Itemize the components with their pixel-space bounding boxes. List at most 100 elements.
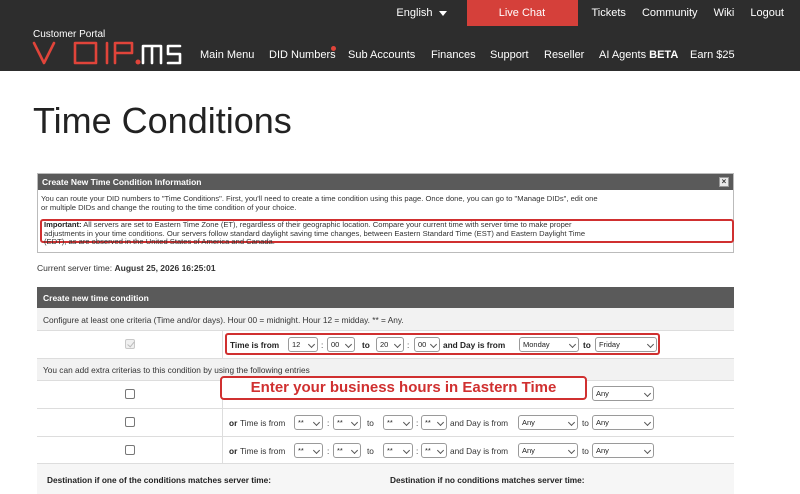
chevron-down-icon xyxy=(402,418,411,427)
criteria-checkbox[interactable] xyxy=(125,417,135,427)
top-nav: English Live Chat Tickets Community Wiki… xyxy=(388,0,800,26)
chevron-down-icon xyxy=(567,446,576,455)
day-to-select[interactable]: Any xyxy=(592,415,654,430)
info-panel-title: Create New Time Condition Information xyxy=(42,177,202,187)
minute-to-value: ** xyxy=(425,418,431,427)
ai-agents-label: AI Agents xyxy=(599,49,647,61)
nav-earn[interactable]: Earn $25 xyxy=(690,49,735,61)
language-selector[interactable]: English xyxy=(388,0,466,26)
chevron-down-icon xyxy=(436,418,445,427)
top-header-bar: English Live Chat Tickets Community Wiki… xyxy=(0,0,800,71)
chevron-down-icon xyxy=(436,446,445,455)
day-to-select[interactable]: Any xyxy=(592,386,654,401)
criteria-checkbox xyxy=(125,339,135,349)
condition-row-extra: or Time is from ** : ** to ** : ** and D… xyxy=(37,437,734,465)
close-icon[interactable]: × xyxy=(719,177,729,187)
info-panel-text: You can route your DID numbers to "Time … xyxy=(38,190,733,212)
hour-from-value: ** xyxy=(298,446,304,455)
minute-from-select[interactable]: ** xyxy=(333,443,361,458)
info-text-line: or multiple DIDs and change the routing … xyxy=(41,203,297,212)
to-label: to xyxy=(367,418,374,428)
chevron-down-icon xyxy=(643,389,652,398)
time-condition-form: Create new time condition Configure at l… xyxy=(37,287,734,465)
nav-ai-agents[interactable]: AI Agents BETA xyxy=(599,49,678,61)
day-to-value: Any xyxy=(596,389,609,398)
time-from-label: Time is from xyxy=(240,418,286,428)
to-label: to xyxy=(367,446,374,456)
hour-to-select[interactable]: ** xyxy=(383,415,413,430)
chevron-down-icon xyxy=(643,418,652,427)
live-chat-button[interactable]: Live Chat xyxy=(466,0,578,26)
day-from-select[interactable]: Any xyxy=(518,415,578,430)
chevron-down-icon xyxy=(350,418,359,427)
minute-to-select[interactable]: ** xyxy=(421,443,447,458)
condition-header: Create new time condition xyxy=(37,287,734,308)
day-from-select[interactable]: Any xyxy=(518,443,578,458)
info-panel-header: Create New Time Condition Information × xyxy=(38,174,733,190)
day-from-label: and Day is from xyxy=(450,418,509,428)
day-to-label: to xyxy=(582,418,589,428)
colon: : xyxy=(416,418,419,428)
chevron-down-icon xyxy=(312,418,321,427)
main-nav: Main Menu DID Numbers Sub Accounts Finan… xyxy=(0,46,800,65)
condition-row-extra: or Time is from ** : ** to ** : ** and D… xyxy=(37,409,734,437)
nav-did-numbers[interactable]: DID Numbers xyxy=(269,49,336,61)
wiki-link[interactable]: Wiki xyxy=(706,0,743,26)
beta-badge: BETA xyxy=(649,49,679,61)
server-time-label: Current server time: xyxy=(37,263,113,273)
tickets-link[interactable]: Tickets xyxy=(584,0,634,26)
day-from-label: and Day is from xyxy=(450,446,509,456)
chevron-down-icon xyxy=(567,418,576,427)
server-time-value: August 25, 2026 16:25:01 xyxy=(114,263,216,273)
caret-down-icon xyxy=(438,10,447,16)
hour-from-select[interactable]: ** xyxy=(294,443,323,458)
customer-portal-label: Customer Portal xyxy=(33,29,106,40)
chevron-down-icon xyxy=(643,446,652,455)
day-to-value: Any xyxy=(596,418,609,427)
criteria-checkbox[interactable] xyxy=(125,445,135,455)
important-text: (EDT), as are observed in the United Sta… xyxy=(44,237,275,246)
hour-to-select[interactable]: ** xyxy=(383,443,413,458)
chevron-down-icon xyxy=(312,446,321,455)
condition-instructions: Configure at least one criteria (Time an… xyxy=(37,308,734,331)
important-notice: Important: All servers are set to Easter… xyxy=(40,219,734,246)
destination-nomatch-label: Destination if no conditions matches ser… xyxy=(390,475,585,485)
criteria-checkbox[interactable] xyxy=(125,389,135,399)
nav-reseller[interactable]: Reseller xyxy=(544,49,584,61)
nav-finances[interactable]: Finances xyxy=(431,49,476,61)
time-from-label: Time is from xyxy=(240,446,286,456)
notification-dot xyxy=(331,46,336,51)
logout-link[interactable]: Logout xyxy=(742,0,800,26)
day-to-label: to xyxy=(582,446,589,456)
destination-match-label: Destination if one of the conditions mat… xyxy=(47,475,272,485)
day-to-select[interactable]: Any xyxy=(592,443,654,458)
day-from-value: Any xyxy=(522,446,535,455)
nav-sub-accounts[interactable]: Sub Accounts xyxy=(348,49,415,61)
hour-from-select[interactable]: ** xyxy=(294,415,323,430)
minute-to-select[interactable]: ** xyxy=(421,415,447,430)
minute-to-value: ** xyxy=(425,446,431,455)
chevron-down-icon xyxy=(402,446,411,455)
community-link[interactable]: Community xyxy=(634,0,706,26)
hour-from-value: ** xyxy=(298,418,304,427)
important-text: All servers are set to Eastern Time Zone… xyxy=(81,220,572,229)
nav-support[interactable]: Support xyxy=(490,49,529,61)
minute-from-value: ** xyxy=(337,446,343,455)
business-hours-highlight xyxy=(225,333,660,355)
page-title: Time Conditions xyxy=(33,100,292,141)
business-hours-callout: Enter your business hours in Eastern Tim… xyxy=(220,376,587,400)
hour-to-value: ** xyxy=(387,418,393,427)
minute-from-select[interactable]: ** xyxy=(333,415,361,430)
colon: : xyxy=(416,446,419,456)
info-text-line: You can route your DID numbers to "Time … xyxy=(41,194,598,203)
or-label: or xyxy=(229,418,238,428)
server-time: Current server time: August 25, 2026 16:… xyxy=(37,263,216,273)
chevron-down-icon xyxy=(350,446,359,455)
colon: : xyxy=(327,418,330,428)
day-from-value: Any xyxy=(522,418,535,427)
hour-to-value: ** xyxy=(387,446,393,455)
nav-main-menu[interactable]: Main Menu xyxy=(200,49,254,61)
important-label: Important: xyxy=(44,220,82,229)
info-panel: Create New Time Condition Information × … xyxy=(37,173,734,253)
language-label: English xyxy=(396,7,433,19)
